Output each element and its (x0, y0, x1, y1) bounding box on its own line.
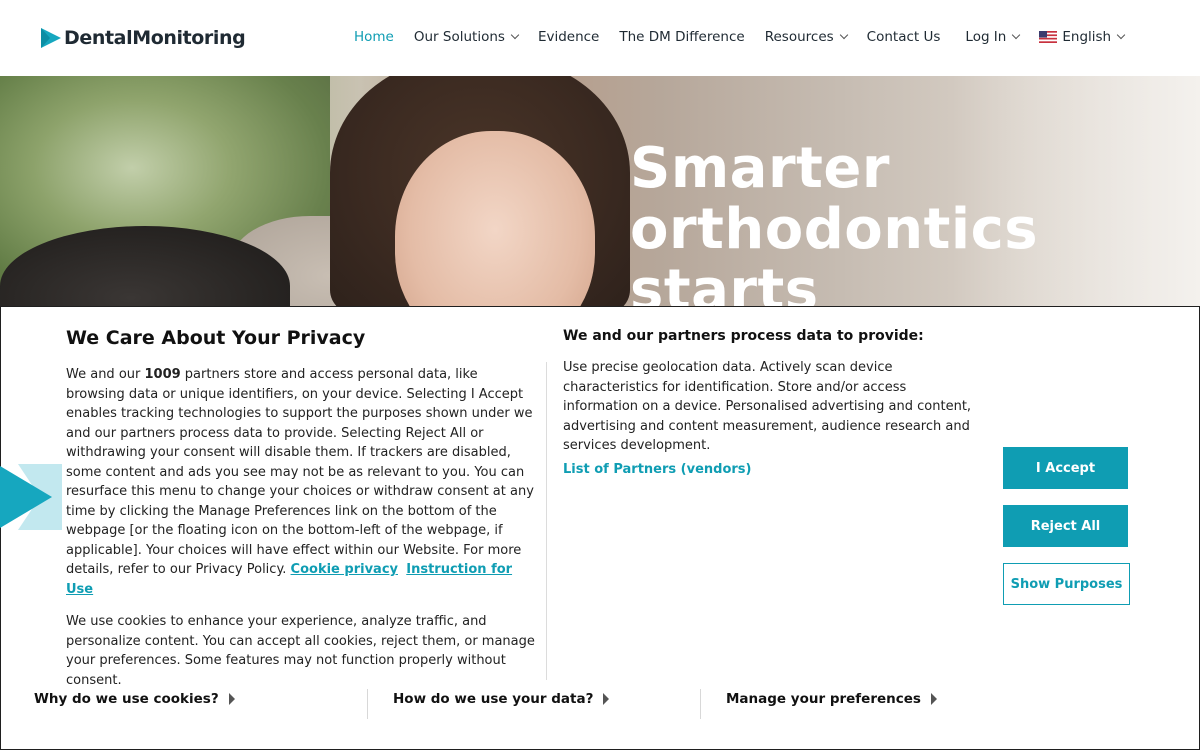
hero-banner: Smarter orthodontics starts (0, 76, 1200, 306)
hero-title-line: orthodontics (630, 197, 1039, 262)
cookie-consent-banner: We Care About Your Privacy We and our 10… (0, 306, 1200, 750)
chevron-down-icon (839, 30, 848, 40)
main-nav: Home Our Solutions Evidence The DM Diffe… (354, 29, 1144, 45)
hero-title-line: starts (630, 258, 819, 306)
hero-title-line: Smarter (630, 136, 890, 201)
nav-item-dm-difference[interactable]: The DM Difference (619, 29, 744, 45)
nav-item-label: Our Solutions (413, 29, 505, 45)
chevron-down-icon (1116, 30, 1126, 40)
nav-item-log-in[interactable]: Log In (965, 29, 1021, 45)
triangle-right-icon (930, 693, 937, 705)
accept-button[interactable]: I Accept (1003, 447, 1128, 489)
logo-mark-icon (41, 28, 61, 48)
brand-logo[interactable]: DentalMonitoring (40, 27, 246, 49)
site-header: DentalMonitoring Home Our Solutions Evid… (0, 0, 1200, 76)
language-label: English (1062, 29, 1112, 45)
hero-title: Smarter orthodontics starts (630, 138, 1038, 306)
floating-consent-icon[interactable] (0, 464, 62, 530)
why-cookies-toggle[interactable]: Why do we use cookies? (34, 691, 235, 707)
cookie-text: We and our (66, 367, 145, 382)
footer-item-label: How do we use your data? (393, 691, 594, 707)
nav-item-label: The DM Difference (619, 29, 745, 45)
partner-count: 1009 (144, 367, 181, 382)
chevron-down-icon (510, 30, 520, 40)
cookie-description: We and our 1009 partners store and acces… (66, 365, 536, 599)
nav-item-home[interactable]: Home (354, 29, 394, 45)
nav-item-our-solutions[interactable]: Our Solutions (413, 29, 520, 45)
manage-preferences-toggle[interactable]: Manage your preferences (726, 691, 937, 707)
footer-item-label: Manage your preferences (726, 691, 921, 707)
cookie-purposes-summary: We and our partners process data to prov… (563, 328, 983, 477)
cookie-intro: We Care About Your Privacy We and our 10… (66, 327, 536, 690)
how-data-used-toggle[interactable]: How do we use your data? (393, 691, 610, 707)
nav-item-label: Log In (965, 29, 1007, 45)
language-selector[interactable]: English (1039, 29, 1126, 45)
nav-item-label: Evidence (537, 29, 600, 45)
divider (700, 689, 701, 719)
cookie-footer: Why do we use cookies? How do we use you… (1, 685, 1200, 725)
cookie-usage-text: We use cookies to enhance your experienc… (66, 614, 535, 688)
purposes-title: We and our partners process data to prov… (563, 328, 924, 344)
triangle-right-icon (228, 693, 235, 705)
triangle-right-icon (603, 693, 610, 705)
nav-item-evidence[interactable]: Evidence (538, 29, 599, 45)
show-purposes-button[interactable]: Show Purposes (1003, 563, 1130, 605)
divider (546, 362, 547, 680)
nav-item-resources[interactable]: Resources (764, 29, 848, 45)
nav-item-label: Resources (764, 29, 834, 45)
divider (367, 689, 368, 719)
footer-item-label: Why do we use cookies? (34, 691, 219, 707)
nav-item-label: Contact Us (866, 29, 941, 45)
cookie-privacy-link[interactable]: Cookie privacy (291, 562, 398, 577)
partners-vendors-link[interactable]: List of Partners (vendors) (563, 462, 751, 477)
us-flag-icon (1039, 31, 1058, 43)
reject-all-button[interactable]: Reject All (1003, 505, 1128, 547)
brand-name: DentalMonitoring (64, 27, 246, 49)
purposes-text: Use precise geolocation data. Actively s… (563, 360, 972, 453)
cookie-text: partners store and access personal data,… (66, 367, 534, 577)
nav-item-contact-us[interactable]: Contact Us (867, 29, 941, 45)
chevron-down-icon (1012, 30, 1021, 40)
nav-item-label: Home (354, 29, 394, 45)
cookie-title: We Care About Your Privacy (66, 327, 366, 349)
